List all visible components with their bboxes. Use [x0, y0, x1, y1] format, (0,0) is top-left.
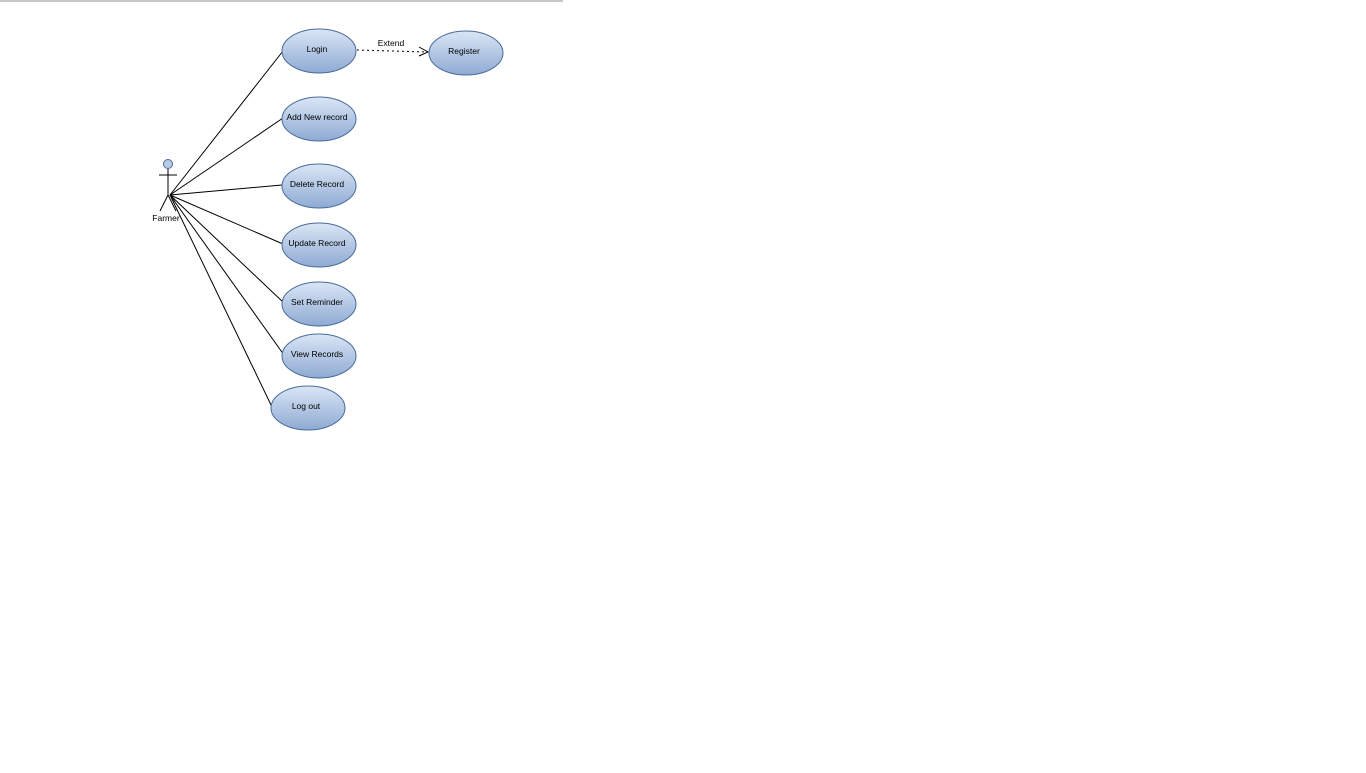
- usecase-delete-record-label: Delete Record: [290, 179, 345, 189]
- extend-label: Extend: [378, 38, 405, 48]
- usecase-add-new-record-label: Add New record: [287, 112, 348, 122]
- usecase-set-reminder[interactable]: Set Reminder: [281, 281, 357, 327]
- usecase-view-records-label: View Records: [291, 349, 343, 359]
- usecase-register[interactable]: Register: [428, 30, 504, 76]
- association-set-reminder: [169, 194, 285, 304]
- usecase-set-reminder-label: Set Reminder: [291, 297, 343, 307]
- top-divider: [0, 0, 563, 2]
- diagram-canvas: Extend Farmer Login Register Add New rec…: [0, 0, 1366, 768]
- extend-relationship: Extend: [356, 38, 430, 57]
- usecase-add-new-record[interactable]: Add New record: [281, 96, 357, 142]
- association-view-records: [169, 194, 285, 356]
- usecase-view-records[interactable]: View Records: [281, 333, 357, 379]
- usecase-login-label: Login: [307, 44, 328, 54]
- association-log-out: [169, 194, 273, 408]
- usecase-log-out[interactable]: Log out: [270, 385, 346, 431]
- usecase-login[interactable]: Login: [281, 28, 357, 74]
- association-login: [169, 50, 284, 196]
- associations: [169, 50, 285, 408]
- association-delete-record: [169, 184, 283, 196]
- usecase-log-out-label: Log out: [292, 401, 321, 411]
- extend-line: [356, 49, 428, 53]
- usecase-delete-record[interactable]: Delete Record: [281, 163, 357, 209]
- actor-left-leg: [159, 194, 169, 212]
- usecase-update-record[interactable]: Update Record: [281, 222, 357, 268]
- actor-head: [163, 159, 173, 169]
- use-case-diagram: Extend Farmer Login Register Add New rec…: [152, 28, 504, 431]
- usecase-register-label: Register: [448, 46, 480, 56]
- association-add-new-record: [169, 117, 284, 196]
- usecase-update-record-label: Update Record: [288, 238, 345, 248]
- actor-label: Farmer: [152, 213, 180, 223]
